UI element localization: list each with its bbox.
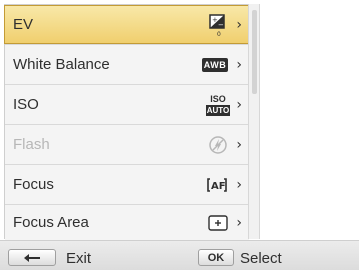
menu-item-white-balance[interactable]: White Balance AWB ›: [5, 45, 249, 84]
camera-menu-screen: EV + − 0 › White Balance AWB › ISO ISO A…: [0, 0, 359, 270]
chevron-right-icon: ›: [236, 96, 242, 113]
center-af-icon: [208, 214, 228, 231]
af-value: AF: [211, 181, 226, 192]
af-icon: AF: [206, 177, 228, 193]
menu-item-focus[interactable]: Focus AF ›: [5, 165, 249, 204]
back-label: Exit: [66, 250, 92, 267]
iso-bottom: AUTO: [205, 105, 231, 116]
ev-icon: + − 0: [208, 13, 228, 37]
menu-item-focus-area[interactable]: Focus Area ›: [5, 205, 249, 240]
ev-value: 0: [217, 31, 221, 37]
menu-item-flash: Flash ›: [5, 125, 249, 164]
ok-key[interactable]: OK: [198, 249, 234, 266]
menu-item-iso[interactable]: ISO ISO AUTO ›: [5, 85, 249, 124]
chevron-right-icon: ›: [236, 214, 242, 231]
menu-item-ev[interactable]: EV + − 0 ›: [4, 5, 250, 44]
chevron-right-icon: ›: [236, 136, 242, 153]
awb-value: AWB: [203, 59, 227, 70]
settings-menu: EV + − 0 › White Balance AWB › ISO ISO A…: [4, 4, 250, 240]
awb-icon: AWB: [202, 57, 228, 72]
iso-top: ISO: [210, 94, 226, 104]
scrollbar-thumb[interactable]: [252, 10, 257, 94]
flash-off-icon: [208, 135, 228, 155]
iso-auto-icon: ISO AUTO: [205, 93, 231, 117]
chevron-right-icon: ›: [236, 176, 242, 193]
chevron-right-icon: ›: [236, 56, 242, 73]
svg-text:−: −: [218, 21, 224, 29]
bottom-bar: Exit OK Select: [0, 240, 359, 270]
ok-label: Select: [240, 250, 282, 267]
back-key[interactable]: [8, 249, 56, 266]
menu-scrollbar[interactable]: [248, 4, 260, 239]
back-arrow-icon: [24, 253, 40, 262]
chevron-right-icon: ›: [236, 16, 242, 33]
